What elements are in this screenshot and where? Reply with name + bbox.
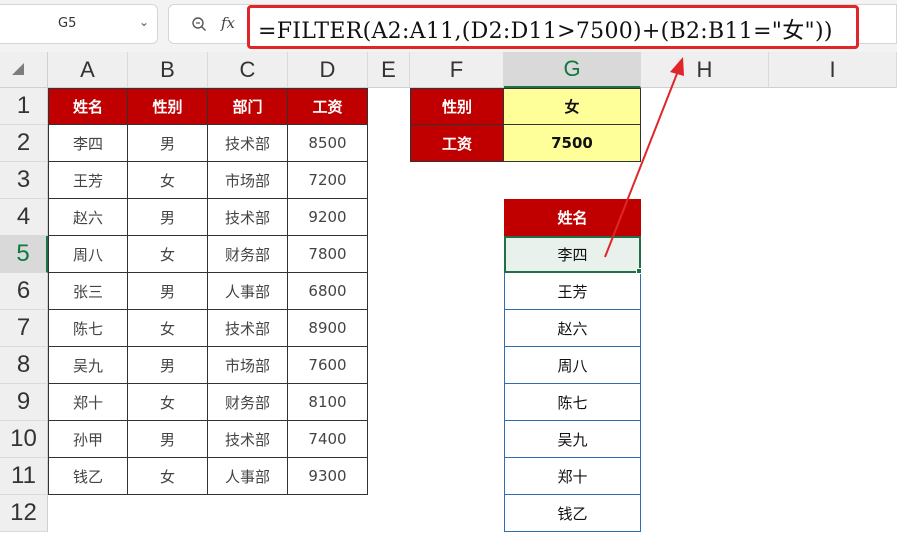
- row-header-10[interactable]: 10: [0, 421, 48, 458]
- table-cell[interactable]: 技术部: [208, 199, 288, 236]
- table-cell[interactable]: 李四: [48, 125, 128, 162]
- fx-icon[interactable]: fx: [221, 14, 235, 32]
- result-header-cell[interactable]: 姓名: [504, 199, 641, 236]
- table-cell[interactable]: 9200: [288, 199, 368, 236]
- table-cell[interactable]: 7400: [288, 421, 368, 458]
- column-header-c[interactable]: C: [208, 52, 288, 88]
- table-header-cell[interactable]: 姓名: [48, 88, 128, 125]
- table-cell[interactable]: 8900: [288, 310, 368, 347]
- table-cell[interactable]: 周八: [48, 236, 128, 273]
- result-cell[interactable]: 吴九: [504, 421, 641, 458]
- criteria-value-cell[interactable]: 女: [504, 88, 641, 125]
- table-cell[interactable]: 郑十: [48, 384, 128, 421]
- active-cell[interactable]: 李四: [504, 236, 641, 273]
- table-cell[interactable]: 9300: [288, 458, 368, 495]
- table-cell[interactable]: 7800: [288, 236, 368, 273]
- formula-input-box[interactable]: fx =FILTER(A2:A11,(D2:D11>7500)+(B2:B11=…: [168, 4, 897, 49]
- table-cell[interactable]: 女: [128, 458, 208, 495]
- table-cell[interactable]: 7600: [288, 347, 368, 384]
- row-header-6[interactable]: 6: [0, 273, 48, 310]
- table-cell[interactable]: 男: [128, 125, 208, 162]
- formula-text: =FILTER(A2:A11,(D2:D11>7500)+(B2:B11="女"…: [258, 19, 833, 44]
- table-cell[interactable]: 男: [128, 273, 208, 310]
- row-header-11[interactable]: 11: [0, 458, 48, 495]
- result-cell[interactable]: 陈七: [504, 384, 641, 421]
- fill-handle[interactable]: [636, 268, 642, 274]
- result-cell[interactable]: 郑十: [504, 458, 641, 495]
- table-cell[interactable]: 女: [128, 310, 208, 347]
- table-cell[interactable]: 技术部: [208, 125, 288, 162]
- table-cell[interactable]: 吴九: [48, 347, 128, 384]
- row-header-2[interactable]: 2: [0, 125, 48, 162]
- table-cell[interactable]: 人事部: [208, 273, 288, 310]
- result-cell[interactable]: 赵六: [504, 310, 641, 347]
- table-cell[interactable]: 人事部: [208, 458, 288, 495]
- table-cell[interactable]: 男: [128, 199, 208, 236]
- formula-bar-area: G5 ⌄ fx =FILTER(A2:A11,(D2:D11>7500)+(B2…: [0, 0, 897, 52]
- criteria-value-cell[interactable]: 7500: [504, 125, 641, 162]
- row-header-4[interactable]: 4: [0, 199, 48, 236]
- table-cell[interactable]: 男: [128, 347, 208, 384]
- row-header-9[interactable]: 9: [0, 384, 48, 421]
- table-cell[interactable]: 王芳: [48, 162, 128, 199]
- table-cell[interactable]: 市场部: [208, 347, 288, 384]
- result-cell[interactable]: 周八: [504, 347, 641, 384]
- column-header-h[interactable]: H: [641, 52, 769, 88]
- table-cell[interactable]: 8100: [288, 384, 368, 421]
- formula-text-highlight[interactable]: =FILTER(A2:A11,(D2:D11>7500)+(B2:B11="女"…: [247, 5, 859, 49]
- table-cell[interactable]: 6800: [288, 273, 368, 310]
- row-header-1[interactable]: 1: [0, 88, 48, 125]
- column-header-g[interactable]: G: [504, 52, 641, 88]
- table-cell[interactable]: 钱乙: [48, 458, 128, 495]
- criteria-label-cell[interactable]: 工资: [410, 125, 504, 162]
- name-box-value: G5: [58, 16, 77, 31]
- name-box[interactable]: G5 ⌄: [0, 4, 158, 44]
- table-cell[interactable]: 女: [128, 384, 208, 421]
- table-cell[interactable]: 男: [128, 421, 208, 458]
- column-header-f[interactable]: F: [410, 52, 504, 88]
- table-header-cell[interactable]: 部门: [208, 88, 288, 125]
- table-header-cell[interactable]: 性别: [128, 88, 208, 125]
- table-cell[interactable]: 市场部: [208, 162, 288, 199]
- column-header-i[interactable]: I: [769, 52, 897, 88]
- row-header-8[interactable]: 8: [0, 347, 48, 384]
- table-cell[interactable]: 赵六: [48, 199, 128, 236]
- select-all-corner[interactable]: [0, 52, 48, 88]
- row-header-12[interactable]: 12: [0, 495, 48, 532]
- table-cell[interactable]: 财务部: [208, 236, 288, 273]
- chevron-down-icon[interactable]: ⌄: [139, 15, 149, 29]
- table-cell[interactable]: 女: [128, 236, 208, 273]
- table-cell[interactable]: 技术部: [208, 310, 288, 347]
- column-header-a[interactable]: A: [48, 52, 128, 88]
- select-all-icon: [12, 63, 24, 75]
- table-header-cell[interactable]: 工资: [288, 88, 368, 125]
- row-header-7[interactable]: 7: [0, 310, 48, 347]
- column-header-b[interactable]: B: [128, 52, 208, 88]
- table-cell[interactable]: 陈七: [48, 310, 128, 347]
- table-cell[interactable]: 8500: [288, 125, 368, 162]
- table-cell[interactable]: 女: [128, 162, 208, 199]
- row-header-5[interactable]: 5: [0, 236, 48, 273]
- result-cell[interactable]: 王芳: [504, 273, 641, 310]
- table-cell[interactable]: 7200: [288, 162, 368, 199]
- table-cell[interactable]: 孙甲: [48, 421, 128, 458]
- result-cell[interactable]: 钱乙: [504, 495, 641, 532]
- column-header-e[interactable]: E: [368, 52, 410, 88]
- table-cell[interactable]: 财务部: [208, 384, 288, 421]
- table-cell[interactable]: 技术部: [208, 421, 288, 458]
- criteria-label-cell[interactable]: 性别: [410, 88, 504, 125]
- column-header-d[interactable]: D: [288, 52, 368, 88]
- row-header-3[interactable]: 3: [0, 162, 48, 199]
- zoom-icon[interactable]: [191, 16, 207, 32]
- table-cell[interactable]: 张三: [48, 273, 128, 310]
